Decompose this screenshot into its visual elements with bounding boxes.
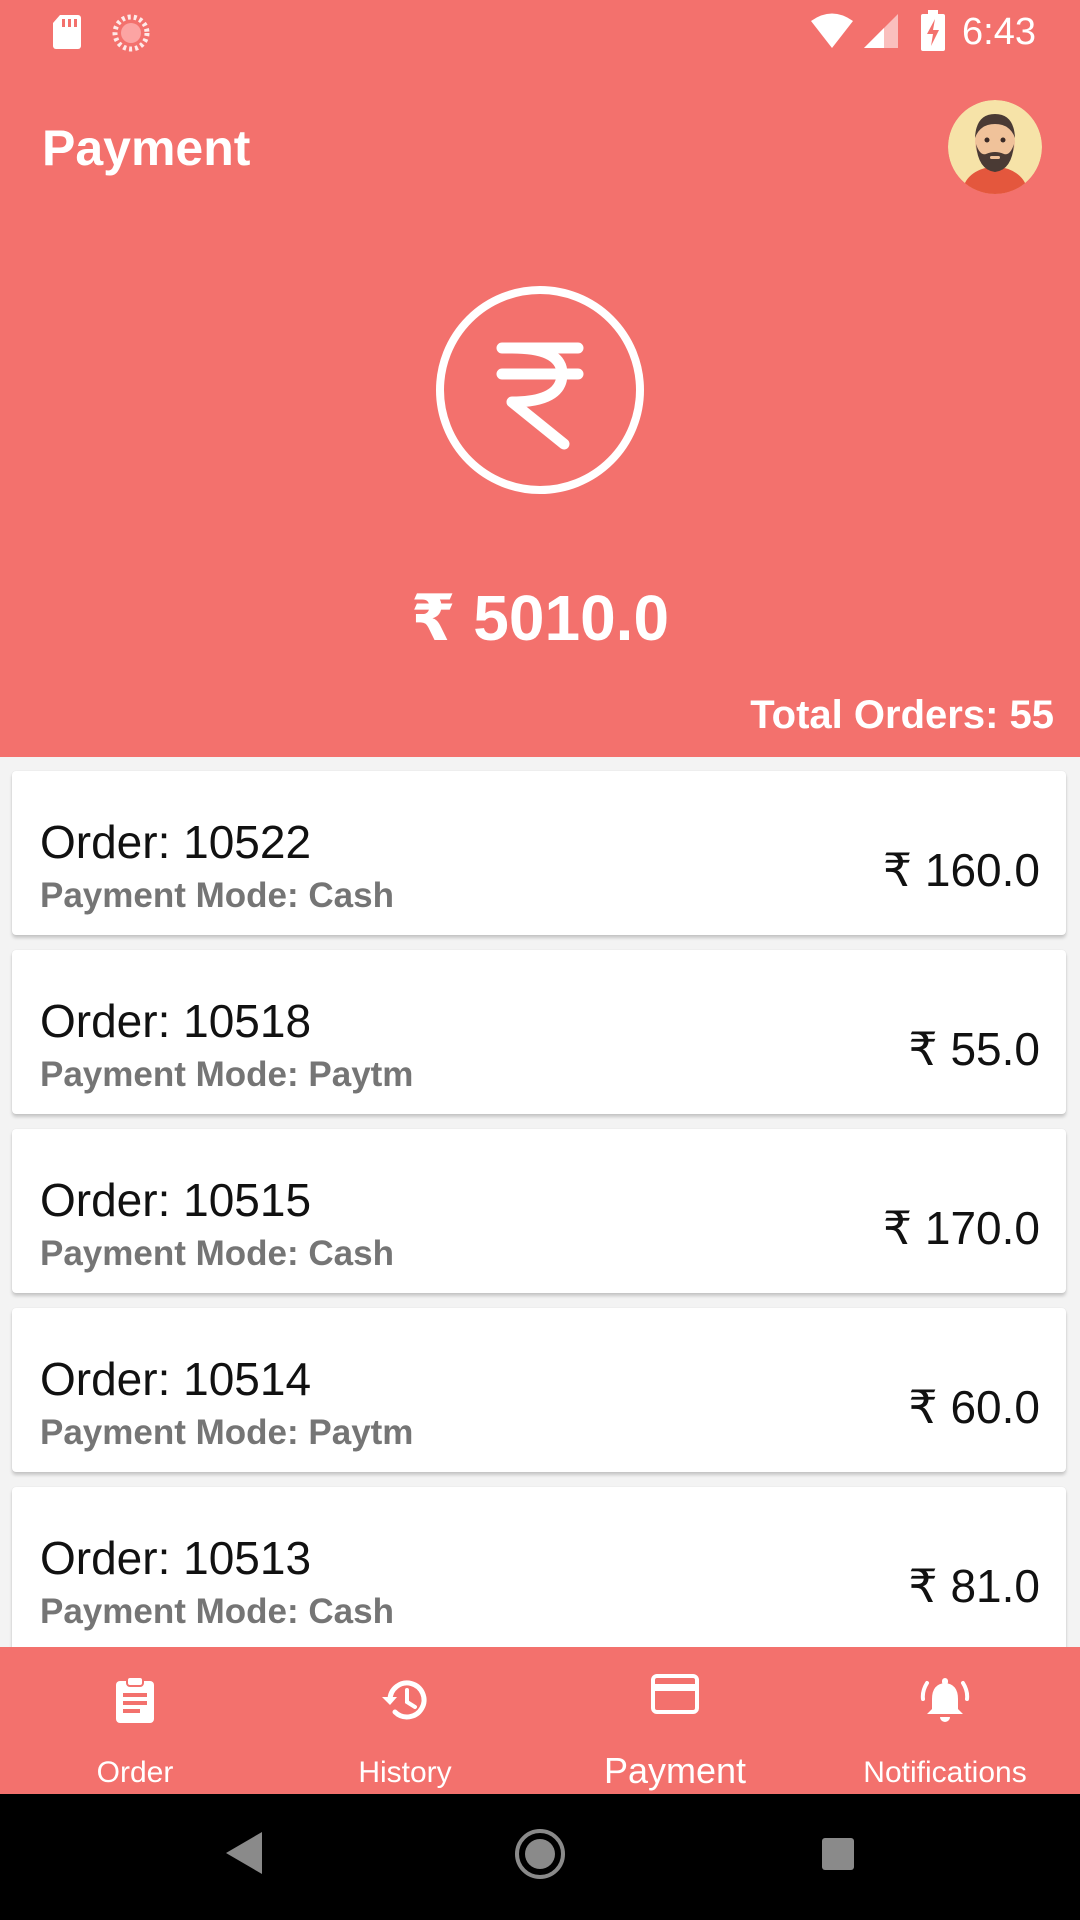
total-amount: ₹ 5010.0 [410, 582, 670, 654]
payment-mode: Payment Mode: Cash [40, 1234, 394, 1273]
sd-card-icon [53, 15, 81, 49]
status-bar: 6:43 [0, 0, 1080, 64]
order-number: Order: 10518 [40, 995, 312, 1047]
order-amount: ₹ 160.0 [882, 844, 1040, 896]
payment-header: 6:43 Payment ₹ 5010.0 Total Orders: 55 [0, 0, 1080, 757]
battery-charging-icon [921, 10, 945, 51]
wifi-icon [811, 13, 853, 48]
nav-item-notifications[interactable]: Notifications [810, 1647, 1080, 1794]
nav-item-payment[interactable]: Payment [540, 1647, 810, 1794]
order-card[interactable]: Order: 10513 Payment Mode: Cash ₹ 81.0 [12, 1487, 1066, 1647]
payment-mode: Payment Mode: Paytm [40, 1413, 414, 1452]
payment-mode: Payment Mode: Paytm [40, 1055, 414, 1094]
nav-label-history: History [358, 1756, 452, 1789]
clock: 6:43 [962, 11, 1036, 53]
order-amount: ₹ 81.0 [908, 1560, 1040, 1612]
total-orders-count: Total Orders: 55 [750, 693, 1054, 737]
order-amount: ₹ 60.0 [908, 1381, 1040, 1433]
order-card[interactable]: Order: 10518 Payment Mode: Paytm ₹ 55.0 [12, 950, 1066, 1114]
history-icon [382, 1680, 427, 1720]
user-avatar-icon [948, 100, 1042, 194]
credit-card-icon [651, 1674, 699, 1714]
nav-item-history[interactable]: History [270, 1647, 540, 1794]
recent-apps-icon[interactable] [820, 1836, 856, 1872]
bell-ringing-icon [920, 1678, 970, 1722]
system-navigation-bar [0, 1794, 1080, 1920]
order-amount: ₹ 170.0 [882, 1202, 1040, 1254]
nav-item-order[interactable]: Order [0, 1647, 270, 1794]
clipboard-icon [116, 1676, 154, 1723]
order-card[interactable]: Order: 10515 Payment Mode: Cash ₹ 170.0 [12, 1129, 1066, 1293]
order-number: Order: 10514 [40, 1353, 312, 1405]
page-title: Payment [42, 120, 251, 176]
back-icon[interactable] [222, 1830, 264, 1876]
home-icon[interactable] [514, 1828, 566, 1880]
order-number: Order: 10513 [40, 1532, 312, 1584]
rupee-circle-icon [436, 286, 644, 494]
loading-icon [112, 14, 150, 52]
order-number: Order: 10522 [40, 816, 312, 868]
bottom-navigation: Order History Payment Notifications [0, 1647, 1080, 1794]
order-amount: ₹ 55.0 [908, 1023, 1040, 1075]
nav-label-payment: Payment [603, 1750, 747, 1791]
order-list[interactable]: Order: 10522 Payment Mode: Cash ₹ 160.0 … [0, 757, 1080, 1647]
order-card[interactable]: Order: 10514 Payment Mode: Paytm ₹ 60.0 [12, 1308, 1066, 1472]
nav-label-order: Order [96, 1756, 174, 1789]
payment-mode: Payment Mode: Cash [40, 1592, 394, 1631]
order-card[interactable]: Order: 10522 Payment Mode: Cash ₹ 160.0 [12, 771, 1066, 935]
signal-icon [864, 14, 898, 48]
avatar[interactable] [948, 100, 1042, 194]
nav-label-notifications: Notifications [863, 1756, 1027, 1789]
order-number: Order: 10515 [40, 1174, 312, 1226]
payment-mode: Payment Mode: Cash [40, 876, 394, 915]
